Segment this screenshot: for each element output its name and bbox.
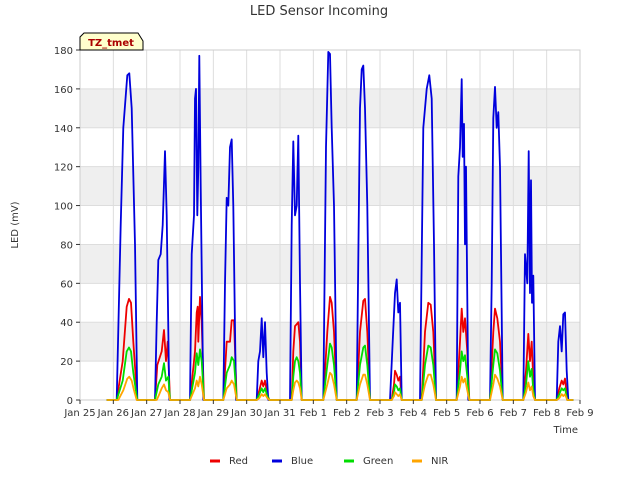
- y-tick-label: 20: [60, 357, 73, 368]
- led-chart: LED Sensor Incoming 0 20 40 60 80 100 120 140 16…: [10, 4, 594, 467]
- tag-label: TZ_tmet: [88, 38, 134, 49]
- plot-band: [80, 244, 580, 284]
- x-tick-label: Jan 26: [97, 408, 129, 419]
- y-tick-label: 40: [60, 318, 73, 329]
- x-tick-label: Feb 1: [300, 408, 327, 419]
- plot-band: [80, 322, 580, 362]
- y-axis: 0 20 40 60 80 100 120 140 160 180: [54, 46, 80, 407]
- legend-label-blue: Blue: [291, 456, 313, 467]
- y-tick-label: 140: [54, 124, 73, 135]
- x-tick-label: Feb 3: [366, 408, 393, 419]
- x-tick-label: Feb 4: [400, 408, 427, 419]
- plot-band: [80, 166, 580, 206]
- tag-box: TZ_tmet: [79, 32, 144, 51]
- x-tick-label: Jan 27: [130, 408, 162, 419]
- x-axis-label: Time: [553, 425, 578, 436]
- y-axis-label: LED (mV): [10, 201, 21, 248]
- x-tick-label: Feb 6: [466, 408, 493, 419]
- y-tick-label: 120: [54, 163, 73, 174]
- x-tick-label: Feb 8: [533, 408, 560, 419]
- x-tick-label: Feb 5: [433, 408, 460, 419]
- y-tick-label: 100: [54, 202, 73, 213]
- y-tick-label: 80: [60, 240, 73, 251]
- legend-label-nir: NIR: [431, 456, 448, 467]
- x-tick-label: Jan 31: [263, 408, 295, 419]
- x-tick-label: Jan 25: [63, 408, 95, 419]
- x-tick-label: Feb 9: [566, 408, 593, 419]
- x-tick-label: Jan 29: [197, 408, 229, 419]
- chart-title: LED Sensor Incoming: [250, 4, 388, 19]
- y-tick-label: 160: [54, 85, 73, 96]
- legend-label-red: Red: [229, 456, 248, 467]
- y-tick-label: 60: [60, 279, 73, 290]
- x-tick-label: Feb 7: [500, 408, 527, 419]
- legend: Red Blue Green NIR: [210, 456, 448, 467]
- x-axis: Jan 25 Jan 26 Jan 27 Jan 28 Jan 29 Jan 30 Jan …: [63, 400, 594, 419]
- y-tick-label: 180: [54, 46, 73, 57]
- x-tick-label: Feb 2: [333, 408, 360, 419]
- legend-label-green: Green: [363, 456, 393, 467]
- plot-band: [80, 88, 580, 128]
- x-tick-label: Jan 28: [163, 408, 195, 419]
- y-tick-label: 0: [67, 396, 73, 407]
- x-tick-label: Jan 30: [230, 408, 262, 419]
